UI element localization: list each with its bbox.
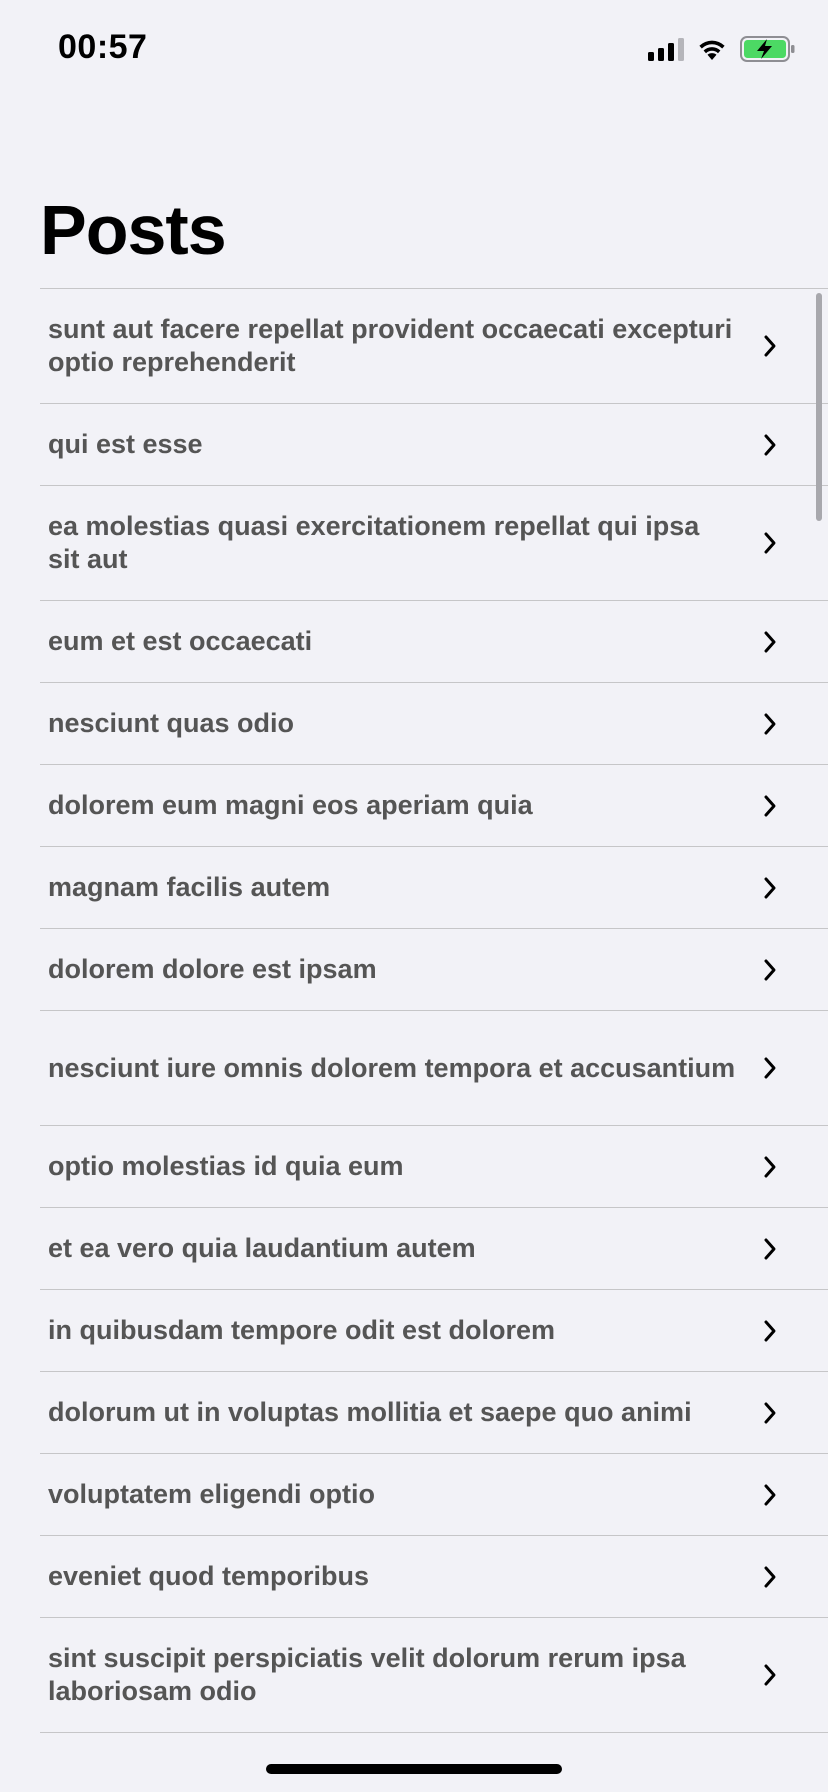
post-title: dolorem dolore est ipsam bbox=[48, 954, 377, 984]
list-item[interactable]: eum et est occaecati bbox=[40, 601, 828, 683]
chevron-right-icon bbox=[764, 1566, 776, 1587]
post-title: sint suscipit perspiciatis velit dolorum… bbox=[48, 1643, 686, 1706]
battery-charging-icon bbox=[740, 36, 795, 62]
post-title: dolorem eum magni eos aperiam quia bbox=[48, 790, 533, 820]
chevron-right-icon bbox=[764, 1156, 776, 1177]
chevron-right-icon bbox=[764, 335, 776, 357]
list-item[interactable]: magnam facilis autem bbox=[40, 847, 828, 929]
post-title: nesciunt iure omnis dolorem tempora et a… bbox=[48, 1052, 736, 1083]
list-item[interactable]: dolorem dolore est ipsam bbox=[40, 929, 828, 1011]
post-title: optio molestias id quia eum bbox=[48, 1151, 404, 1181]
list-item[interactable]: qui est esse bbox=[40, 404, 828, 486]
scroll-indicator[interactable] bbox=[816, 293, 822, 521]
chevron-right-icon bbox=[764, 1238, 776, 1259]
chevron-right-icon bbox=[764, 959, 776, 980]
post-title: dolorum ut in voluptas mollitia et saepe… bbox=[48, 1397, 692, 1427]
list-item[interactable]: eveniet quod temporibus bbox=[40, 1536, 828, 1618]
post-title: eum et est occaecati bbox=[48, 626, 313, 656]
status-time: 00:57 bbox=[58, 28, 148, 66]
list-item[interactable]: et ea vero quia laudantium autem bbox=[40, 1208, 828, 1290]
post-title: nesciunt quas odio bbox=[48, 708, 295, 738]
post-title: in quibusdam tempore odit est dolorem bbox=[48, 1315, 556, 1345]
post-title: ea molestias quasi exercitationem repell… bbox=[48, 511, 700, 574]
chevron-right-icon bbox=[764, 795, 776, 816]
post-title: eveniet quod temporibus bbox=[48, 1561, 370, 1591]
chevron-right-icon bbox=[764, 1484, 776, 1505]
cellular-signal-icon bbox=[648, 37, 684, 61]
post-title: magnam facilis autem bbox=[48, 872, 331, 902]
chevron-right-icon bbox=[764, 434, 776, 455]
posts-screen: 00:57 Posts sunt aut facere repellat pro… bbox=[0, 0, 828, 1792]
chevron-right-icon bbox=[764, 1402, 776, 1423]
post-title: voluptatem eligendi optio bbox=[48, 1479, 376, 1509]
list-item[interactable]: voluptatem eligendi optio bbox=[40, 1454, 828, 1536]
list-item[interactable]: dolorum ut in voluptas mollitia et saepe… bbox=[40, 1372, 828, 1454]
page-title: Posts bbox=[40, 191, 227, 269]
post-title: qui est esse bbox=[48, 429, 203, 459]
list-item[interactable]: optio molestias id quia eum bbox=[40, 1126, 828, 1208]
list-item[interactable]: nesciunt iure omnis dolorem tempora et a… bbox=[40, 1011, 828, 1126]
list-item[interactable]: ea molestias quasi exercitationem repell… bbox=[40, 486, 828, 601]
list-item[interactable]: sunt aut facere repellat provident occae… bbox=[40, 289, 828, 404]
status-bar: 00:57 bbox=[0, 0, 828, 100]
posts-list: sunt aut facere repellat provident occae… bbox=[40, 288, 828, 1733]
chevron-right-icon bbox=[764, 1320, 776, 1341]
chevron-right-icon bbox=[764, 1057, 776, 1079]
list-item[interactable]: in quibusdam tempore odit est dolorem bbox=[40, 1290, 828, 1372]
wifi-icon bbox=[699, 40, 725, 60]
chevron-right-icon bbox=[764, 631, 776, 652]
chevron-right-icon bbox=[764, 713, 776, 734]
list-item[interactable]: sint suscipit perspiciatis velit dolorum… bbox=[40, 1618, 828, 1733]
chevron-right-icon bbox=[764, 532, 776, 554]
list-item[interactable]: nesciunt quas odio bbox=[40, 683, 828, 765]
post-title: sunt aut facere repellat provident occae… bbox=[48, 314, 733, 377]
status-icons bbox=[648, 34, 796, 64]
chevron-right-icon bbox=[764, 1664, 776, 1686]
list-item[interactable]: dolorem eum magni eos aperiam quia bbox=[40, 765, 828, 847]
chevron-right-icon bbox=[764, 877, 776, 898]
post-title: et ea vero quia laudantium autem bbox=[48, 1233, 476, 1263]
home-indicator[interactable] bbox=[266, 1764, 562, 1774]
